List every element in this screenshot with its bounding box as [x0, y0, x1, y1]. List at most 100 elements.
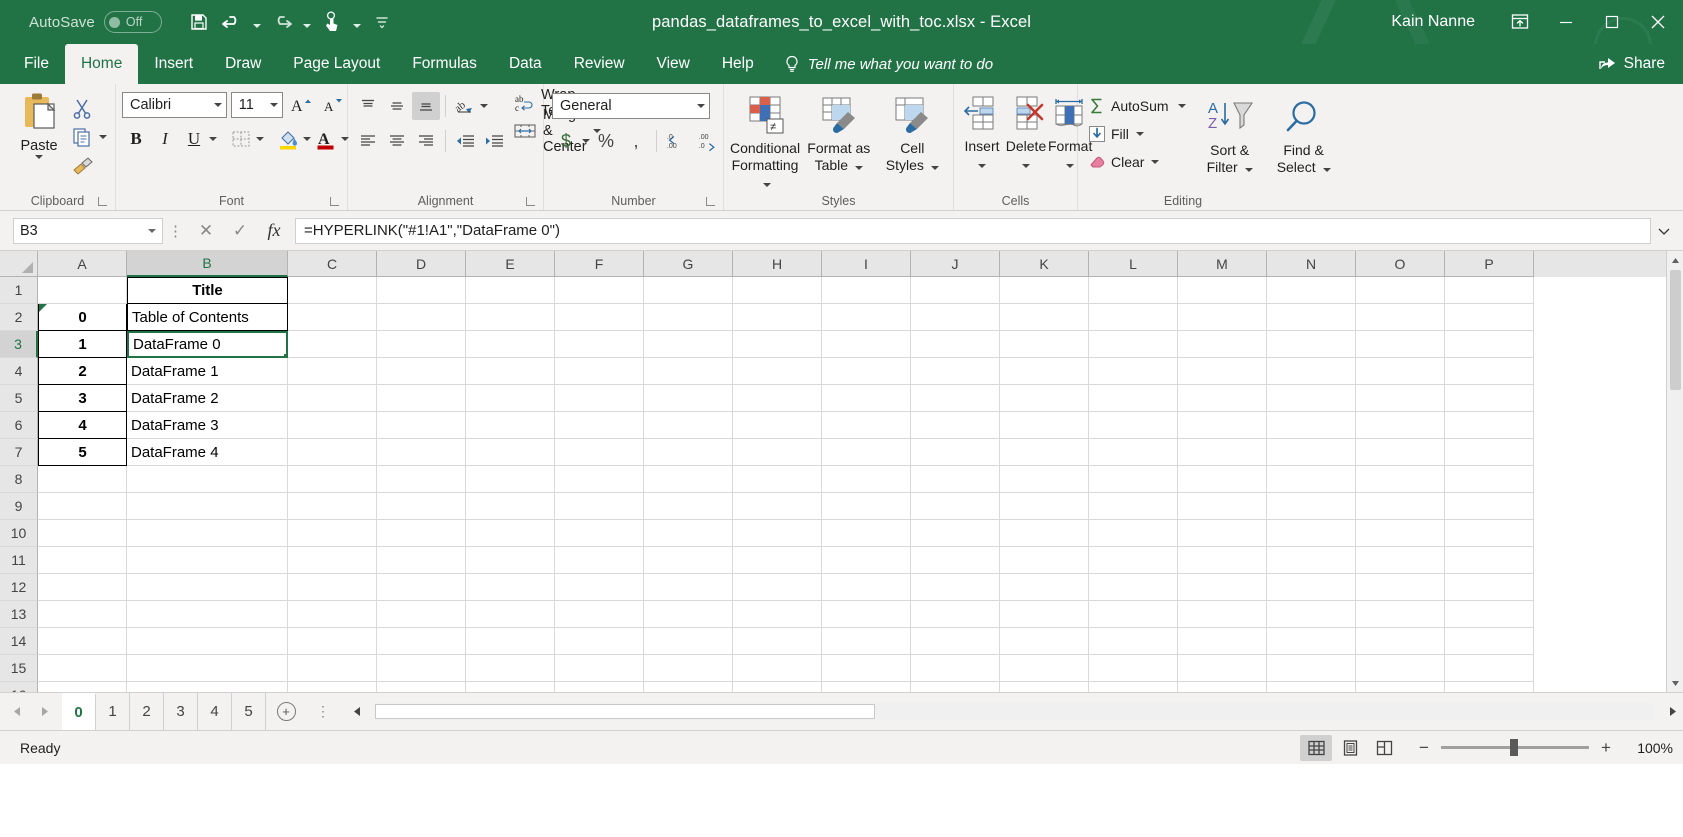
cell-N3[interactable] [1267, 331, 1356, 358]
cell-N15[interactable] [1267, 655, 1356, 682]
cell-L5[interactable] [1089, 385, 1178, 412]
cell-K3[interactable] [1000, 331, 1089, 358]
cell-D3[interactable] [377, 331, 466, 358]
horizontal-scrollbar[interactable] [375, 703, 1655, 720]
align-bottom-icon[interactable] [412, 92, 440, 120]
cell-M6[interactable] [1178, 412, 1267, 439]
cell-A11[interactable] [38, 547, 127, 574]
increase-font-size-icon[interactable]: A [287, 91, 315, 119]
cell-G3[interactable] [644, 331, 733, 358]
cell-N10[interactable] [1267, 520, 1356, 547]
autosave-toggle[interactable]: AutoSave Off [29, 11, 162, 33]
sheet-tab-0[interactable]: 0 [62, 693, 96, 730]
close-button[interactable] [1635, 0, 1681, 44]
cell-M5[interactable] [1178, 385, 1267, 412]
cell-O1[interactable] [1356, 277, 1445, 304]
add-sheet-button[interactable]: + [266, 693, 306, 730]
cell-M2[interactable] [1178, 304, 1267, 331]
cell-N1[interactable] [1267, 277, 1356, 304]
currency-dropdown-icon[interactable] [582, 139, 590, 143]
cell-J13[interactable] [911, 601, 1000, 628]
fill-handle[interactable] [283, 353, 286, 356]
cell-styles-dropdown-icon[interactable] [930, 166, 939, 170]
cell-I14[interactable] [822, 628, 911, 655]
cell-N8[interactable] [1267, 466, 1356, 493]
cell-F2[interactable] [555, 304, 644, 331]
column-header-p[interactable]: P [1445, 251, 1534, 277]
confirm-formula-icon[interactable]: ✓ [223, 216, 257, 246]
tab-formulas[interactable]: Formulas [396, 44, 493, 84]
cell-G8[interactable] [644, 466, 733, 493]
cell-G4[interactable] [644, 358, 733, 385]
cell-P9[interactable] [1445, 493, 1534, 520]
cell-L15[interactable] [1089, 655, 1178, 682]
borders-dropdown-icon[interactable] [256, 137, 264, 141]
cell-J9[interactable] [911, 493, 1000, 520]
cell-J5[interactable] [911, 385, 1000, 412]
borders-icon[interactable] [227, 125, 255, 153]
cell-K5[interactable] [1000, 385, 1089, 412]
format-dropdown-icon[interactable] [1066, 164, 1075, 168]
cell-B8[interactable] [127, 466, 288, 493]
select-all-corner[interactable] [0, 251, 38, 277]
cell-P4[interactable] [1445, 358, 1534, 385]
cell-E14[interactable] [466, 628, 555, 655]
cell-N13[interactable] [1267, 601, 1356, 628]
cell-M9[interactable] [1178, 493, 1267, 520]
cell-J8[interactable] [911, 466, 1000, 493]
align-middle-icon[interactable] [383, 92, 411, 120]
cell-N6[interactable] [1267, 412, 1356, 439]
align-top-icon[interactable] [354, 92, 382, 120]
tab-help[interactable]: Help [706, 44, 770, 84]
cell-G5[interactable] [644, 385, 733, 412]
row-header-4[interactable]: 4 [0, 358, 38, 385]
underline-button[interactable]: U [180, 125, 208, 153]
cell-I13[interactable] [822, 601, 911, 628]
cell-G7[interactable] [644, 439, 733, 466]
cell-E13[interactable] [466, 601, 555, 628]
cell-F10[interactable] [555, 520, 644, 547]
cell-E8[interactable] [466, 466, 555, 493]
cell-C10[interactable] [288, 520, 377, 547]
tab-file[interactable]: File [8, 44, 65, 84]
cell-A5[interactable]: 3 [38, 385, 127, 412]
sheet-tab-2[interactable]: 2 [130, 693, 164, 730]
cell-H10[interactable] [733, 520, 822, 547]
clipboard-dialog-launcher[interactable] [98, 196, 107, 206]
cell-C8[interactable] [288, 466, 377, 493]
cell-K10[interactable] [1000, 520, 1089, 547]
cell-O10[interactable] [1356, 520, 1445, 547]
cell-P13[interactable] [1445, 601, 1534, 628]
cell-K9[interactable] [1000, 493, 1089, 520]
redo-dropdown-icon[interactable] [300, 7, 314, 37]
scroll-right-icon[interactable] [1663, 699, 1683, 725]
cell-F1[interactable] [555, 277, 644, 304]
cell-G12[interactable] [644, 574, 733, 601]
cell-I2[interactable] [822, 304, 911, 331]
scroll-grip[interactable]: ⋮ [316, 703, 339, 720]
cell-C13[interactable] [288, 601, 377, 628]
cell-J14[interactable] [911, 628, 1000, 655]
cell-H8[interactable] [733, 466, 822, 493]
cell-F4[interactable] [555, 358, 644, 385]
cell-E9[interactable] [466, 493, 555, 520]
row-header-3[interactable]: 3 [0, 331, 38, 358]
cell-E15[interactable] [466, 655, 555, 682]
redo-icon[interactable] [267, 7, 297, 37]
cell-I10[interactable] [822, 520, 911, 547]
maximize-button[interactable] [1589, 0, 1635, 44]
cell-E5[interactable] [466, 385, 555, 412]
column-header-j[interactable]: J [911, 251, 1000, 277]
cell-L12[interactable] [1089, 574, 1178, 601]
cell-D15[interactable] [377, 655, 466, 682]
cell-C5[interactable] [288, 385, 377, 412]
account-name[interactable]: Kain Nanne [1391, 13, 1475, 31]
cell-C12[interactable] [288, 574, 377, 601]
cell-P5[interactable] [1445, 385, 1534, 412]
cell-K8[interactable] [1000, 466, 1089, 493]
cell-K2[interactable] [1000, 304, 1089, 331]
name-box-chevron-down-icon[interactable] [148, 228, 156, 233]
cell-H14[interactable] [733, 628, 822, 655]
cell-styles-button[interactable]: Cell Styles [878, 93, 947, 174]
cell-K7[interactable] [1000, 439, 1089, 466]
